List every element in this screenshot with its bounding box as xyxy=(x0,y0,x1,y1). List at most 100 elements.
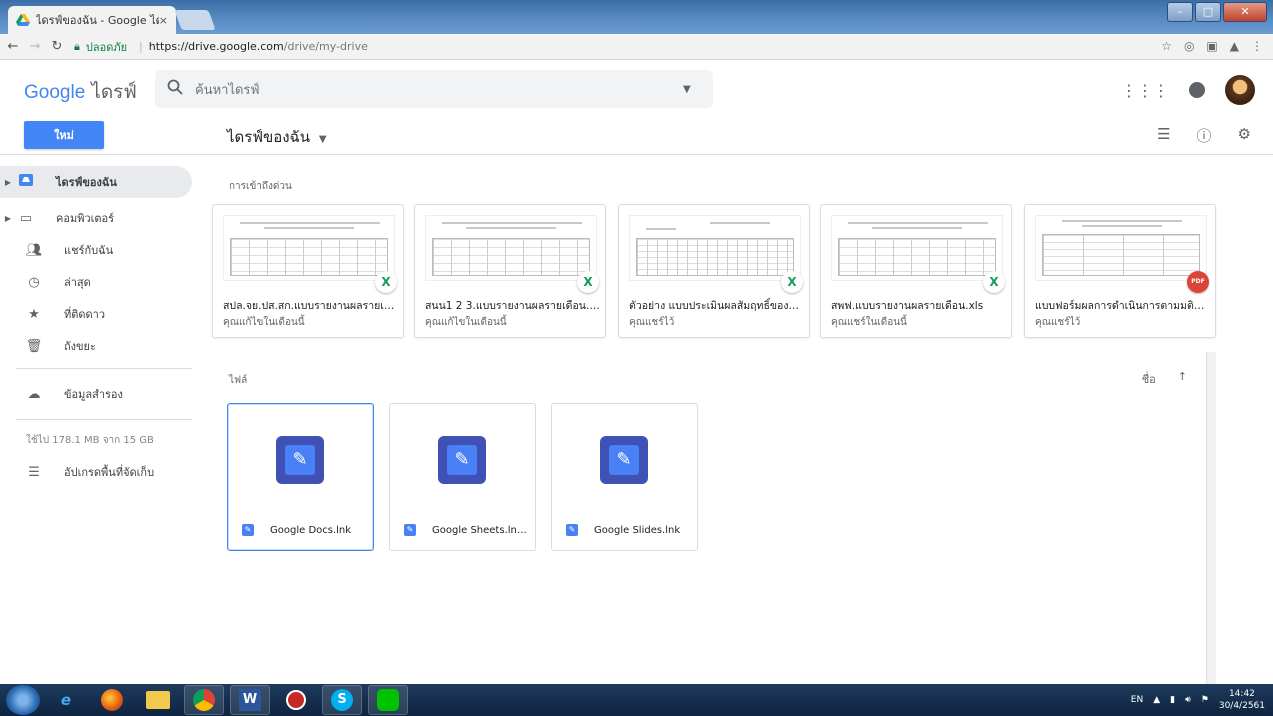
page-title: ไดรฟ์ของฉัน xyxy=(227,128,311,146)
secure-label: ปลอดภัย xyxy=(85,40,128,54)
avatar[interactable] xyxy=(1225,75,1255,105)
storage-icon: ☰ xyxy=(28,464,40,480)
file-card[interactable]: ✎ ✎ Google Slides.lnk xyxy=(551,403,698,551)
sidebar-item-shared[interactable]: 👥︎ แชร์กับฉัน xyxy=(0,234,192,266)
close-window-button[interactable]: ✕ xyxy=(1223,2,1267,22)
url-host: https://drive.google.com xyxy=(148,40,284,53)
url-separator: | xyxy=(139,40,143,53)
reload-icon[interactable]: ↻ xyxy=(48,39,66,54)
new-button[interactable]: ใหม่ xyxy=(24,121,104,149)
line-icon[interactable] xyxy=(368,685,408,715)
file-card[interactable]: ✎ ✎ Google Docs.lnk xyxy=(227,403,374,551)
chrome-icon[interactable] xyxy=(184,685,224,715)
sidebar-item-starred[interactable]: ★ ที่ติดดาว xyxy=(0,298,192,330)
back-icon[interactable]: ← xyxy=(4,39,22,54)
excel-badge-icon: X xyxy=(577,271,599,293)
word-icon[interactable]: W xyxy=(230,685,270,715)
link-file-small-icon: ✎ xyxy=(566,524,578,536)
clock[interactable]: 14:42 30/4/2561 xyxy=(1219,688,1265,712)
file-name: สพฟ.แบบรายงานผลรายเดือน.xls xyxy=(831,300,984,312)
drive-icon xyxy=(16,173,36,191)
file-activity: คุณแก้ไขในเดือนนี้ xyxy=(223,317,305,328)
quick-access-card[interactable]: X สปล.จย.ปส.สก.แบบรายงานผลรายเดือ... คุณ… xyxy=(212,204,404,338)
search-options-dropdown-icon[interactable]: ▼ xyxy=(683,84,713,95)
link-file-icon: ✎ xyxy=(276,436,324,484)
my-drive-dropdown[interactable]: ไดรฟ์ของฉัน ▼ xyxy=(227,125,327,149)
expand-arrow-icon[interactable]: ▶ xyxy=(0,178,16,187)
file-thumbnail xyxy=(425,215,597,281)
info-icon[interactable]: ⓘ xyxy=(1197,125,1212,146)
language-indicator[interactable]: EN xyxy=(1131,695,1143,705)
clock-date: 30/4/2561 xyxy=(1218,701,1265,711)
cloud-icon: ☁ xyxy=(27,386,41,402)
sidebar-item-backups[interactable]: ☁ ข้อมูลสำรอง xyxy=(0,375,192,413)
toolbar-actions: ☰ ⓘ ⚙ xyxy=(1157,125,1251,146)
sidebar-item-computers[interactable]: ▶ ▭ คอมพิวเตอร์ xyxy=(0,202,192,234)
system-tray: EN ▲ ▮ 🔊︎ ⚑ 14:42 30/4/2561 xyxy=(1131,688,1265,712)
quick-access-card[interactable]: PDF แบบฟอร์มผลการดำเนินการตามมติการ... ค… xyxy=(1024,204,1216,338)
sidebar-item-my-drive[interactable]: ▶ ไดรฟ์ของฉัน xyxy=(0,166,192,198)
search-box[interactable]: ค้นหาไดรฟ์ ▼ xyxy=(155,70,713,108)
trash-icon: 🗑︎ xyxy=(25,338,43,354)
storage-usage: ใช้ไป 178.1 MB จาก 15 GB xyxy=(26,435,154,446)
flag-icon[interactable]: ⚑ xyxy=(1201,695,1209,705)
skype-icon[interactable]: S xyxy=(322,685,362,715)
maximize-button[interactable]: □ xyxy=(1195,2,1221,22)
quick-access-card[interactable]: X สพฟ.แบบรายงานผลรายเดือน.xls คุณแชร์ในเ… xyxy=(820,204,1012,338)
files-section-label: ไฟล์ xyxy=(229,375,248,386)
excel-badge-icon: X xyxy=(983,271,1005,293)
firefox-icon[interactable] xyxy=(92,685,132,715)
drive-extension-icon[interactable]: ▲ xyxy=(1230,39,1239,53)
file-name: Google Slides.lnk xyxy=(594,524,681,536)
file-card[interactable]: ✎ ✎ Google Sheets.lnk ... xyxy=(389,403,536,551)
sort-by-name-label[interactable]: ชื่อ xyxy=(1142,370,1156,388)
expand-arrow-icon[interactable]: ▶ xyxy=(0,214,16,223)
people-icon: 👥︎ xyxy=(25,242,43,258)
search-icon[interactable] xyxy=(155,79,195,99)
sort-direction-icon[interactable]: ↑ xyxy=(1178,370,1187,388)
drive-logo[interactable]: Google ไดรฟ์ xyxy=(24,77,137,107)
search-input[interactable]: ค้นหาไดรฟ์ xyxy=(195,79,683,100)
sort-control[interactable]: ชื่อ ↑ xyxy=(1142,370,1187,388)
quick-access-card[interactable]: X ตัวอย่าง แบบประเมินผลสัมฤทธิ์ของงา... … xyxy=(618,204,810,338)
minimize-button[interactable]: – xyxy=(1167,2,1193,22)
new-tab-button[interactable] xyxy=(174,10,216,30)
file-thumbnail xyxy=(1035,215,1207,281)
bookmark-star-icon[interactable]: ☆ xyxy=(1161,39,1172,53)
internet-explorer-icon[interactable]: e xyxy=(46,685,86,715)
sidebar-divider xyxy=(16,368,192,369)
sidebar-item-recent[interactable]: ◷ ล่าสุด xyxy=(0,266,192,298)
extension-icon[interactable]: ◎ xyxy=(1184,39,1194,53)
extension-icon[interactable]: ▣ xyxy=(1206,39,1217,53)
list-view-icon[interactable]: ☰ xyxy=(1157,125,1170,146)
show-hidden-icons-icon[interactable]: ▲ xyxy=(1153,695,1160,705)
apps-grid-icon[interactable]: ⋮⋮⋮ xyxy=(1121,81,1169,100)
upgrade-storage-link[interactable]: ☰ อัปเกรดพื้นที่จัดเก็บ xyxy=(0,456,192,488)
settings-gear-icon[interactable]: ⚙ xyxy=(1238,125,1251,146)
file-name: Google Docs.lnk xyxy=(270,524,352,536)
network-icon[interactable]: ▮ xyxy=(1170,695,1175,705)
file-activity: คุณแก้ไขในเดือนนี้ xyxy=(425,317,507,328)
forward-icon[interactable]: → xyxy=(26,39,44,54)
sidebar-item-trash[interactable]: 🗑︎ ถังขยะ xyxy=(0,330,192,362)
browser-tab[interactable]: ไดรฟ์ของฉัน - Google ไดร × xyxy=(8,6,176,34)
upgrade-storage-label: อัปเกรดพื้นที่จัดเก็บ xyxy=(64,466,155,479)
main-scrollbar[interactable] xyxy=(1206,352,1216,684)
notifications-icon[interactable] xyxy=(1189,82,1205,98)
file-explorer-icon[interactable] xyxy=(138,685,178,715)
file-activity: คุณแชร์ไว้ xyxy=(629,317,675,328)
header-actions: ⋮⋮⋮ xyxy=(1121,75,1255,105)
browser-menu-icon[interactable]: ⋮ xyxy=(1251,39,1263,53)
app-icon[interactable] xyxy=(276,685,316,715)
start-button[interactable] xyxy=(6,685,40,715)
quick-access-card[interactable]: X สนน1 2 3.แบบรายงานผลรายเดือน.xls คุณแก… xyxy=(414,204,606,338)
volume-icon[interactable]: 🔊︎ xyxy=(1185,695,1191,705)
link-file-small-icon: ✎ xyxy=(404,524,416,536)
tab-close-icon[interactable]: × xyxy=(159,14,168,27)
excel-badge-icon: X xyxy=(781,271,803,293)
sidebar-item-label: ที่ติดดาว xyxy=(64,308,106,321)
lock-icon: 🔒︎ xyxy=(74,39,80,53)
clock-time: 14:42 xyxy=(1228,689,1255,699)
url-field[interactable]: 🔒︎ ปลอดภัย | https://drive.google.com /d… xyxy=(74,38,368,56)
sidebar-item-label: คอมพิวเตอร์ xyxy=(56,212,115,225)
